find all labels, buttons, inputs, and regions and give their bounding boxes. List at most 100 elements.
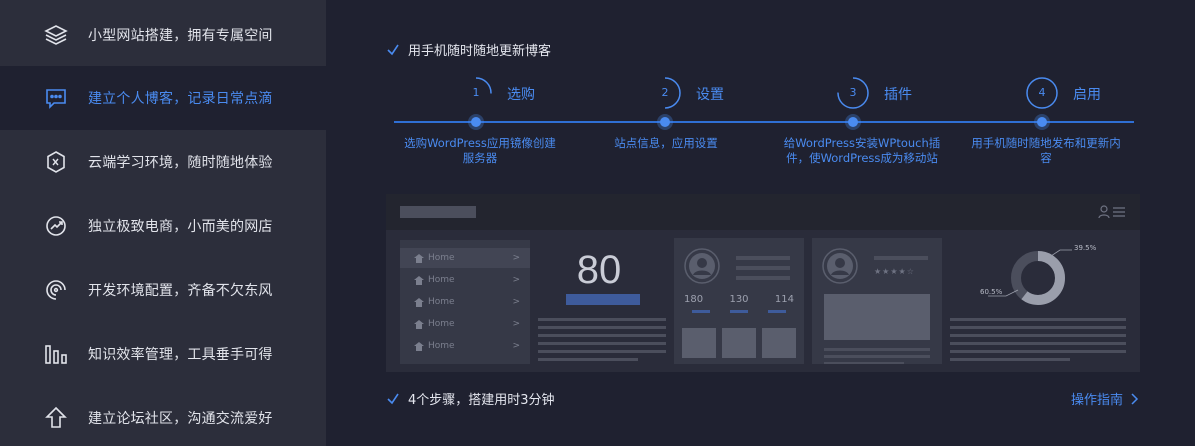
spiral-icon bbox=[42, 276, 70, 304]
step-dot bbox=[848, 117, 858, 127]
step-title: 选购 bbox=[507, 87, 535, 103]
sidebar-item-blog[interactable]: 建立个人博客，记录日常点滴 bbox=[0, 66, 326, 130]
preview-text-line bbox=[538, 326, 666, 329]
steps-progress-line bbox=[394, 121, 1134, 123]
preview-stat: 130 bbox=[729, 294, 749, 305]
preview-text-line bbox=[538, 334, 666, 337]
preview-block bbox=[682, 328, 716, 358]
preview-stat-bar bbox=[692, 310, 710, 313]
hexagon-icon bbox=[42, 148, 70, 176]
home-icon bbox=[414, 341, 424, 351]
home-icon bbox=[414, 319, 424, 329]
preview-text-line bbox=[874, 256, 928, 260]
avatar-icon bbox=[822, 248, 858, 284]
sidebar-item-label: 知识效率管理，工具垂手可得 bbox=[88, 347, 273, 363]
preview-profile-card: 180 130 114 bbox=[674, 238, 804, 364]
preview-donut-card: 39.5% 60.5% bbox=[948, 238, 1130, 364]
summary-text: 4个步骤，搭建用时3分钟 bbox=[408, 393, 555, 408]
sidebar-item-learning[interactable]: 云端学习环境，随时随地体验 bbox=[0, 130, 326, 194]
preview-nav-item: Home > bbox=[400, 270, 530, 290]
preview-text-line bbox=[736, 266, 790, 270]
sidebar-item-label: 独立极致电商，小而美的网店 bbox=[88, 219, 273, 235]
preview-text-line bbox=[824, 355, 930, 358]
preview-profile-stats: 180 130 114 bbox=[684, 294, 794, 305]
sidebar-item-dev-env[interactable]: 开发环境配置，齐备不欠东风 bbox=[0, 258, 326, 322]
preview-text-line bbox=[950, 350, 1126, 353]
step-desc: 选购WordPress应用镜像创建服务器 bbox=[404, 136, 556, 165]
rating-stars-icon: ★★★★☆ bbox=[874, 267, 915, 276]
preview-profile-card-2: ★★★★☆ bbox=[812, 238, 942, 364]
preview-text-line bbox=[950, 326, 1126, 329]
preview-nav-item: Home > bbox=[400, 336, 530, 356]
step-number: 2 bbox=[661, 86, 669, 99]
step-desc: 站点信息，应用设置 bbox=[614, 136, 718, 150]
preview-stat-card: 80 bbox=[536, 238, 666, 364]
step-dot bbox=[471, 117, 481, 127]
preview-nav-label: Home bbox=[428, 253, 455, 263]
step-number: 3 bbox=[849, 86, 857, 99]
step-desc: 用手机随时随地发布和更新内容 bbox=[971, 136, 1121, 165]
preview-stat: 180 bbox=[684, 294, 704, 305]
home-icon bbox=[414, 253, 424, 263]
step-dot bbox=[1037, 117, 1047, 127]
summary: 4个步骤，搭建用时3分钟 bbox=[386, 389, 555, 408]
chat-bubble-icon bbox=[42, 84, 70, 112]
sidebar-item-label: 小型网站搭建，拥有专属空间 bbox=[88, 28, 273, 44]
preview-text-line bbox=[824, 348, 930, 351]
preview-text-line bbox=[538, 350, 666, 353]
sidebar: 小型网站搭建，拥有专属空间 建立个人博客，记录日常点滴 云端学习环境，随时随地体… bbox=[0, 0, 326, 446]
avatar-icon bbox=[684, 248, 720, 284]
user-menu-icon bbox=[1098, 205, 1125, 219]
preview-user-menu bbox=[1098, 204, 1126, 220]
preview-nav-label: Home bbox=[428, 319, 455, 329]
step-desc: 给WordPress安装WPtouch插件，使WordPress成为移动站 bbox=[783, 136, 941, 165]
guide-link-label: 操作指南 bbox=[1070, 393, 1123, 408]
chevron-right-icon bbox=[1131, 392, 1139, 405]
home-icon bbox=[414, 297, 424, 307]
main-panel: 用手机随时随地更新博客 1 选购 选购WordPress应用镜像创建服务器 2 … bbox=[326, 0, 1195, 446]
preview-text-line bbox=[950, 342, 1126, 345]
guide-link[interactable]: 操作指南 bbox=[1071, 389, 1139, 408]
sidebar-item-label: 建立论坛社区，沟通交流爱好 bbox=[88, 411, 273, 427]
preview-text-line bbox=[538, 318, 666, 321]
headline-text: 用手机随时随地更新博客 bbox=[408, 44, 552, 59]
check-icon bbox=[387, 393, 399, 404]
preview-nav-label: Home bbox=[428, 275, 455, 285]
preview-text-line bbox=[538, 358, 638, 361]
sidebar-item-label: 云端学习环境，随时随地体验 bbox=[88, 155, 273, 171]
preview-text-line bbox=[736, 256, 790, 260]
layers-icon bbox=[42, 21, 70, 49]
preview-text-line bbox=[824, 362, 904, 364]
headline: 用手机随时随地更新博客 bbox=[386, 40, 551, 59]
preview-nav-item: Home > bbox=[400, 248, 530, 268]
check-icon bbox=[387, 44, 399, 55]
preview-image-block bbox=[824, 294, 930, 340]
preview-text-line bbox=[736, 276, 790, 280]
step-title: 插件 bbox=[884, 87, 912, 103]
sidebar-item-small-site[interactable]: 小型网站搭建，拥有专属空间 bbox=[0, 3, 326, 67]
step-dot bbox=[660, 117, 670, 127]
preview-topbar bbox=[386, 194, 1140, 230]
sidebar-item-knowledge[interactable]: 知识效率管理，工具垂手可得 bbox=[0, 322, 326, 386]
preview-stat-bar bbox=[768, 310, 786, 313]
donut-label-outer: 39.5% bbox=[1074, 244, 1097, 252]
sidebar-item-ecommerce[interactable]: 独立极致电商，小而美的网店 bbox=[0, 194, 326, 258]
preview-text-line bbox=[950, 358, 1070, 361]
preview-nav-item: Home > bbox=[400, 314, 530, 334]
preview-nav-item: Home > bbox=[400, 292, 530, 312]
preview-block bbox=[762, 328, 796, 358]
preview-text-line bbox=[538, 342, 666, 345]
arrow-up-icon bbox=[42, 404, 70, 432]
donut-label-inner: 60.5% bbox=[980, 288, 1003, 296]
preview-stat-bar bbox=[566, 294, 640, 305]
preview-stat-number: 80 bbox=[576, 248, 622, 292]
home-icon bbox=[414, 275, 424, 285]
preview-block bbox=[722, 328, 756, 358]
sidebar-item-forum[interactable]: 建立论坛社区，沟通交流爱好 bbox=[0, 386, 326, 446]
preview-text-line bbox=[950, 334, 1126, 337]
preview-nav-label: Home bbox=[428, 297, 455, 307]
bar-chart-icon bbox=[42, 340, 70, 368]
donut-chart bbox=[988, 249, 1072, 305]
step-number: 4 bbox=[1038, 86, 1046, 99]
preview-nav-label: Home bbox=[428, 341, 455, 351]
